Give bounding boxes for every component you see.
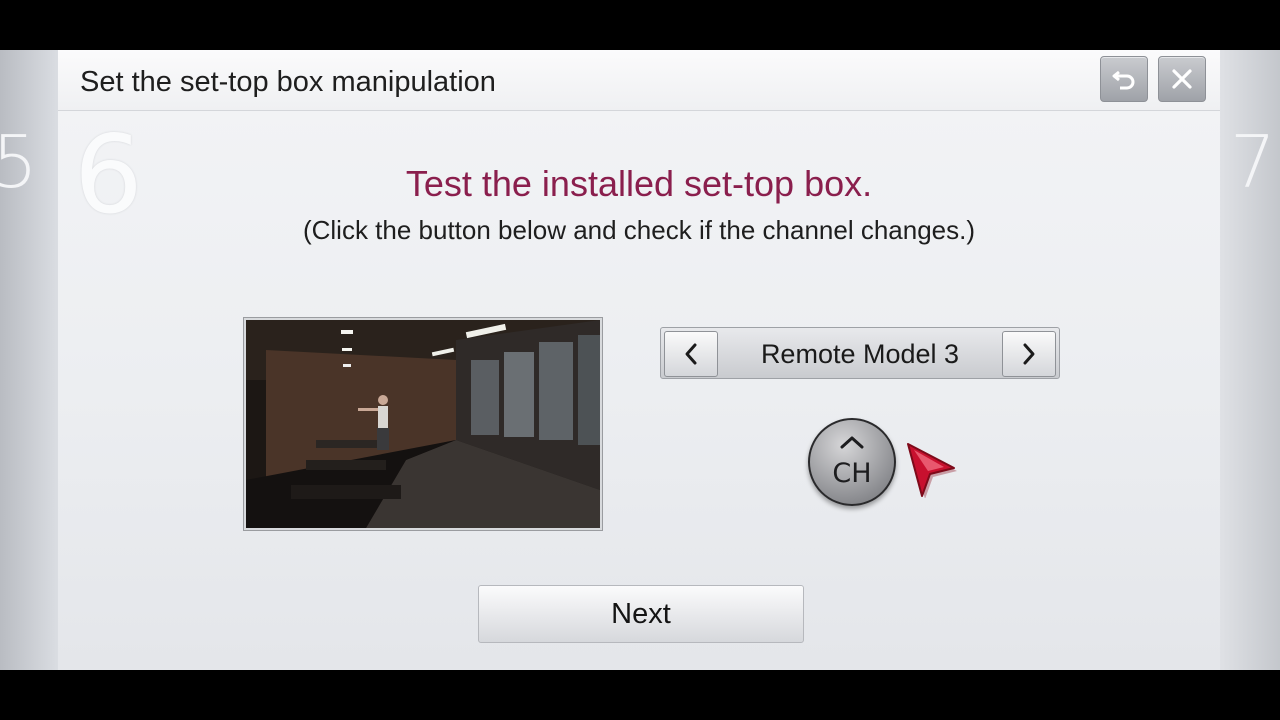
remote-model-value: Remote Model 3: [760, 339, 960, 369]
previous-step-panel[interactable]: 5: [0, 50, 58, 670]
next-button[interactable]: Next: [478, 585, 804, 643]
next-model-button[interactable]: [1002, 331, 1056, 377]
setup-dialog: Set the set-top box manipulation 6 Test …: [58, 50, 1220, 670]
close-button[interactable]: [1158, 56, 1206, 102]
previous-step-number: 5: [0, 120, 38, 204]
channel-up-button[interactable]: CH: [808, 418, 896, 506]
chevron-right-icon: [1023, 343, 1035, 365]
pointer-cursor-icon: [907, 443, 957, 498]
chevron-up-icon: [840, 436, 864, 449]
remote-model-selector: Remote Model 3: [660, 327, 1060, 379]
back-button[interactable]: [1100, 56, 1148, 102]
title-bar: Set the set-top box manipulation: [58, 50, 1220, 111]
next-step-panel[interactable]: 7: [1220, 50, 1280, 670]
previous-model-button[interactable]: [664, 331, 718, 377]
close-icon: [1172, 69, 1192, 89]
dialog-title: Set the set-top box manipulation: [80, 66, 496, 98]
back-arrow-icon: [1112, 70, 1135, 90]
instruction-heading: Test the installed set-top box.: [405, 163, 873, 204]
tv-preview: [244, 318, 602, 530]
preview-image: [246, 320, 600, 528]
next-step-number: 7: [1230, 120, 1276, 204]
chevron-left-icon: [685, 343, 697, 365]
instruction-subheading: (Click the button below and check if the…: [302, 215, 976, 245]
channel-label: CH: [832, 458, 872, 489]
